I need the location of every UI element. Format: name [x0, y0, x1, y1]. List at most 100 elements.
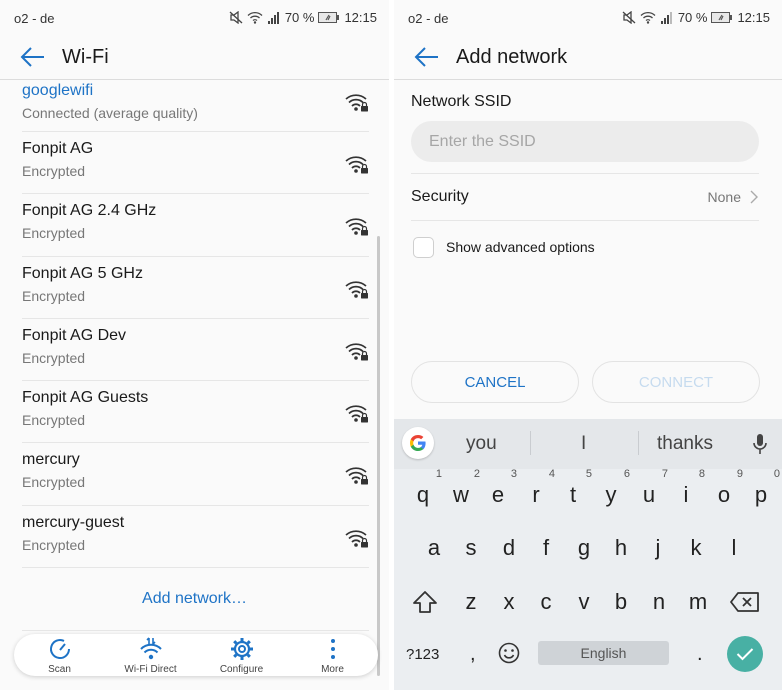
advanced-options-checkbox[interactable]: [413, 236, 434, 258]
wifi-network-item[interactable]: mercury-guest Encrypted: [22, 506, 369, 569]
configure-label: Configure: [219, 664, 264, 675]
wifi-direct-icon: [139, 637, 162, 660]
key-n[interactable]: n: [644, 589, 674, 615]
wifi-locked-icon: [345, 467, 368, 485]
key-a[interactable]: a: [419, 535, 449, 561]
battery-percent: 70 %: [677, 10, 708, 25]
security-selector[interactable]: Security None: [411, 174, 759, 219]
network-status: Encrypted: [22, 536, 86, 553]
more-button[interactable]: More: [287, 634, 378, 676]
key-o[interactable]: o9: [709, 468, 743, 508]
space-bar[interactable]: English: [538, 641, 669, 665]
comma-key[interactable]: ,: [470, 643, 476, 666]
network-status: Encrypted: [22, 474, 86, 491]
network-status: Encrypted: [22, 225, 86, 242]
wifi-direct-label: Wi-Fi Direct: [124, 664, 177, 675]
key-label: i: [683, 482, 689, 507]
back-arrow-icon[interactable]: [20, 46, 46, 68]
key-label: r: [532, 482, 540, 507]
wifi-network-item[interactable]: Fonpit AG 5 GHz Encrypted: [22, 257, 369, 319]
period-key[interactable]: .: [697, 643, 703, 666]
key-number-hint: 9: [736, 468, 743, 480]
suggestion-i[interactable]: I: [581, 433, 586, 455]
key-m[interactable]: m: [683, 589, 713, 615]
clock: 12:15: [344, 10, 377, 25]
google-button[interactable]: [402, 427, 434, 459]
ssid-input[interactable]: [411, 121, 759, 162]
battery-icon: [318, 12, 340, 23]
key-number-hint: 3: [510, 468, 517, 480]
key-b[interactable]: b: [606, 589, 636, 615]
backspace-icon[interactable]: [730, 592, 760, 612]
network-status: Encrypted: [22, 349, 86, 366]
key-k[interactable]: k: [681, 535, 711, 561]
key-s[interactable]: s: [456, 535, 486, 561]
network-status: Encrypted: [22, 412, 86, 429]
key-l[interactable]: l: [719, 535, 749, 561]
wifi-network-item[interactable]: Fonpit AG 2.4 GHz Encrypted: [22, 194, 369, 257]
key-h[interactable]: h: [606, 535, 636, 561]
advanced-options-toggle[interactable]: Show advanced options: [413, 236, 595, 258]
status-bar: o2 - de 70 % 12:15: [0, 0, 389, 36]
key-number-hint: 7: [661, 468, 668, 480]
divider: [22, 630, 369, 631]
battery-percent: 70 %: [284, 10, 315, 25]
key-label: e: [491, 482, 505, 507]
key-e[interactable]: e3: [483, 468, 517, 508]
divider: [638, 431, 639, 455]
key-f[interactable]: f: [531, 535, 561, 561]
enter-button[interactable]: [727, 636, 763, 672]
key-g[interactable]: g: [569, 535, 599, 561]
key-i[interactable]: i8: [671, 468, 705, 508]
key-x[interactable]: x: [494, 589, 524, 615]
scan-button[interactable]: Scan: [14, 634, 105, 676]
key-w[interactable]: w2: [446, 468, 480, 508]
key-label: t: [569, 482, 577, 507]
wifi-network-item[interactable]: mercury Encrypted: [22, 443, 369, 506]
key-q[interactable]: q1: [408, 468, 442, 508]
key-number-hint: 5: [585, 468, 592, 480]
key-j[interactable]: j: [643, 535, 673, 561]
network-name: mercury-guest: [22, 513, 125, 531]
suggestion-you[interactable]: you: [466, 433, 497, 455]
signal-icon: [660, 11, 672, 24]
scrollbar[interactable]: [377, 236, 380, 676]
wifi-network-item[interactable]: Fonpit AG Encrypted: [22, 132, 369, 195]
carrier-label: o2 - de: [14, 11, 55, 26]
microphone-icon[interactable]: [752, 432, 768, 456]
key-number-hint: 2: [473, 468, 480, 480]
network-status: Connected (average quality): [22, 105, 198, 121]
key-z[interactable]: z: [456, 589, 486, 615]
key-d[interactable]: d: [494, 535, 524, 561]
emoji-icon[interactable]: [498, 642, 520, 664]
back-arrow-icon[interactable]: [414, 46, 440, 68]
key-y[interactable]: y6: [596, 468, 631, 508]
key-u[interactable]: u7: [634, 468, 668, 508]
shift-icon[interactable]: [412, 590, 438, 614]
wifi-network-item[interactable]: Fonpit AG Guests Encrypted: [22, 381, 369, 444]
gear-icon: [230, 638, 253, 660]
key-r[interactable]: r4: [521, 468, 555, 508]
symbols-key[interactable]: ?123: [406, 646, 439, 663]
app-bar: Add network: [394, 36, 782, 80]
key-p[interactable]: p0: [746, 468, 780, 508]
wifi-network-item[interactable]: googlewifi Connected (average quality): [22, 80, 369, 132]
key-v[interactable]: v: [569, 589, 599, 615]
network-status: Encrypted: [22, 163, 86, 179]
wifi-network-item[interactable]: Fonpit AG Dev Encrypted: [22, 319, 369, 382]
connect-button[interactable]: CONNECT: [592, 361, 760, 403]
key-t[interactable]: t5: [558, 468, 592, 508]
bottom-action-bar: Scan Wi-Fi Direct Configure More: [14, 634, 378, 676]
suggestion-thanks[interactable]: thanks: [657, 433, 713, 455]
security-value: None: [707, 189, 741, 205]
key-label: q: [416, 482, 430, 507]
key-c[interactable]: c: [531, 589, 561, 615]
key-label: o: [717, 482, 731, 507]
cancel-button[interactable]: CANCEL: [411, 361, 579, 403]
configure-button[interactable]: Configure: [196, 634, 287, 676]
wifi-direct-button[interactable]: Wi-Fi Direct: [105, 634, 196, 676]
add-network-link[interactable]: Add network…: [0, 590, 389, 608]
network-name: mercury: [22, 451, 80, 469]
advanced-options-label: Show advanced options: [446, 239, 595, 255]
page-title: Add network: [456, 46, 568, 68]
